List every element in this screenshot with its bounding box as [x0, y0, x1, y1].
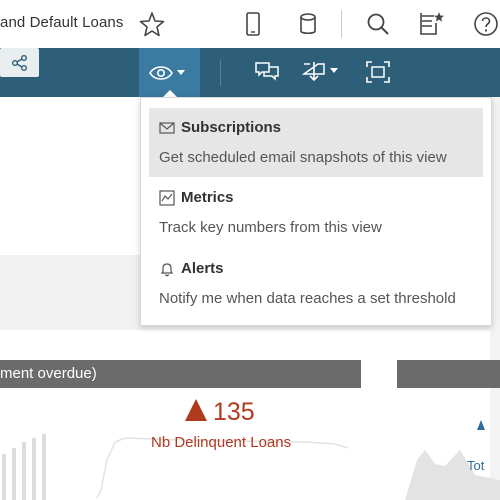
- menu-item-description: Get scheduled email snapshots of this vi…: [159, 149, 447, 166]
- menu-item-title: Subscriptions: [181, 119, 282, 136]
- menu-item-subscriptions[interactable]: Subscriptions Get scheduled email snapsh…: [149, 108, 483, 177]
- star-icon[interactable]: [139, 11, 165, 37]
- menu-item-metrics[interactable]: Metrics Track key numbers from this view: [149, 178, 483, 247]
- database-icon[interactable]: [295, 11, 321, 37]
- device-icon[interactable]: [240, 11, 266, 37]
- notes-icon[interactable]: [418, 11, 444, 37]
- menu-item-alerts[interactable]: Alerts Notify me when data reaches a set…: [149, 249, 483, 318]
- fullscreen-icon[interactable]: [365, 60, 391, 84]
- eye-icon: [149, 66, 185, 80]
- total-label: Tot: [467, 458, 485, 473]
- search-icon[interactable]: [365, 11, 391, 37]
- email-icon: [159, 122, 175, 134]
- metrics-icon: [159, 190, 175, 206]
- kpi-delinquent-label: Nb Delinquent Loans: [151, 434, 292, 451]
- panel-title-right: [397, 360, 500, 388]
- kpi-delinquent-value: 135: [185, 398, 255, 427]
- menu-item-title: Alerts: [181, 260, 224, 277]
- help-icon[interactable]: [473, 11, 499, 37]
- top-header: and Default Loans: [0, 0, 500, 49]
- area-chart: [405, 420, 500, 500]
- share-icon: [12, 55, 27, 71]
- toolbar-divider: [220, 60, 221, 86]
- workbook-title: and Default Loans: [0, 14, 124, 31]
- header-divider: [341, 10, 342, 38]
- bell-icon: [160, 263, 174, 277]
- download-icon[interactable]: [302, 60, 342, 84]
- share-button[interactable]: [0, 48, 39, 77]
- view-toolbar: [0, 48, 500, 97]
- bar-sparkline: [2, 434, 46, 500]
- watch-menu: Subscriptions Get scheduled email snapsh…: [140, 97, 492, 326]
- menu-item-description: Track key numbers from this view: [159, 219, 382, 236]
- panel-title: ment overdue): [0, 360, 361, 388]
- increase-arrow-icon: [185, 399, 207, 421]
- comments-icon[interactable]: [254, 60, 280, 84]
- menu-item-description: Notify me when data reaches a set thresh…: [159, 290, 456, 307]
- menu-item-title: Metrics: [181, 189, 234, 206]
